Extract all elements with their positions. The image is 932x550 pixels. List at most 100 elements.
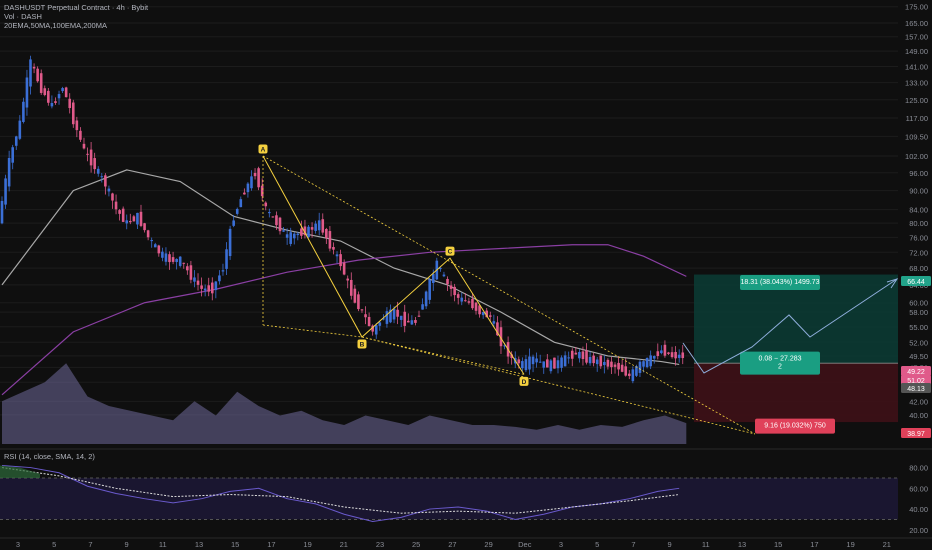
candle-body (417, 315, 421, 317)
candle-body (146, 230, 150, 238)
time-tick-label: 19 (303, 540, 311, 549)
candle-body (578, 351, 581, 359)
candle-body (374, 325, 378, 335)
candle-body (193, 277, 196, 282)
time-tick-label: 23 (376, 540, 384, 549)
price-tick-label: 102.00 (905, 152, 928, 161)
candle-body (22, 101, 25, 122)
candle-body (292, 233, 296, 239)
candle-body (624, 366, 628, 376)
candle-body (660, 350, 663, 354)
candle-body (346, 278, 350, 281)
candle-body (111, 193, 114, 201)
candle-body (310, 227, 314, 230)
price-tick-label: 133.00 (905, 79, 928, 88)
candle-body (29, 59, 32, 87)
candle-body (186, 266, 189, 271)
price-tick-label: 55.00 (909, 323, 928, 332)
candle-body (253, 172, 257, 177)
time-tick-label: 3 (559, 540, 563, 549)
candle-body (207, 285, 211, 292)
price-tick-label: 80.00 (909, 219, 928, 228)
candle-body (492, 321, 496, 324)
volume-label[interactable]: Vol · DASH (4, 12, 148, 21)
candle-body (18, 120, 22, 139)
time-tick-label: 27 (448, 540, 456, 549)
candle-body (524, 359, 528, 371)
candle-body (203, 288, 207, 291)
price-tick-label: 165.00 (905, 19, 928, 28)
time-axis[interactable]: 3 5 7 9 11 13 15 17 19 21 23 25 27 29 Dec 3 5 7 9 11 13 15 17 1… (0, 537, 932, 549)
chart-legend: DASHUSDT Perpetual Contract · 4h · Bybit… (4, 3, 148, 30)
candle-body (71, 102, 75, 125)
candle-body (235, 208, 239, 214)
price-tick-label: 58.00 (909, 308, 928, 317)
trading-chart[interactable]: 18.31 (38.043%) 1499.73 0.08 − 27.2832 9.1… (0, 0, 932, 550)
abcd-path (262, 155, 525, 375)
candle-body (89, 149, 93, 166)
candle-body (542, 361, 546, 368)
candle-body (125, 220, 129, 224)
time-tick-label: 25 (412, 540, 420, 549)
candle-body (82, 143, 86, 149)
time-tick-label: Dec (518, 540, 532, 549)
candle-body (442, 274, 446, 277)
candle-body (357, 294, 360, 310)
price-axis[interactable]: 175.00 165.00 157.00 149.00 141.00 133.00 125.… (905, 3, 928, 420)
candle-body (424, 291, 428, 307)
candle-body (257, 168, 260, 188)
price-tick-label: 42.00 (909, 397, 928, 406)
candle-body (517, 359, 521, 364)
candle-body (54, 101, 57, 103)
volume-area (2, 363, 687, 444)
price-tick-label: 149.00 (905, 47, 928, 56)
candle-body (228, 228, 232, 257)
price-tick-label: 117.00 (906, 114, 928, 123)
candle-body (307, 226, 310, 238)
candle-body (47, 90, 50, 103)
candle-body (129, 220, 132, 223)
candle-body (300, 228, 303, 236)
candle-body (275, 215, 278, 226)
candle-body (43, 88, 47, 96)
candle-body (221, 270, 225, 272)
candle-body (61, 88, 64, 92)
price-tick-label: 49.50 (909, 352, 928, 361)
candle-body (385, 311, 389, 324)
time-tick-label: 19 (846, 540, 854, 549)
candle-body (560, 357, 563, 368)
candle-body (538, 361, 542, 363)
abcd-pattern[interactable]: A B C D (258, 144, 756, 435)
candle-body (175, 258, 178, 263)
price-tick-label: 175.00 (905, 3, 928, 12)
time-tick-label: 5 (595, 540, 599, 549)
target-badge: 18.31 (38.043%) 1499.73 (740, 279, 819, 286)
rsi-label[interactable]: RSI (14, close, SMA, 14, 2) (4, 452, 95, 461)
ma-label[interactable]: 20EMA,50MA,100EMA,200MA (4, 21, 148, 30)
candle-body (7, 157, 11, 187)
candle-body (0, 200, 4, 224)
entry-badge: 0.08 − 27.283 (758, 356, 801, 363)
candle-body (567, 357, 570, 359)
price-tick-label: 125.00 (905, 96, 928, 105)
candle-body (460, 297, 464, 302)
candle-body (268, 212, 271, 214)
candle-body (353, 288, 357, 303)
candle-body (574, 352, 578, 355)
symbol-title[interactable]: DASHUSDT Perpetual Contract · 4h · Bybit (4, 3, 148, 12)
candle-body (649, 355, 652, 367)
candle-body (93, 158, 96, 170)
candle-body (342, 262, 346, 275)
candle-body (399, 315, 403, 320)
candle-body (171, 257, 175, 262)
candle-body (4, 178, 7, 205)
candle-body (620, 364, 624, 372)
time-tick-label: 7 (631, 540, 635, 549)
price-tick-label: 84.00 (909, 206, 928, 215)
time-tick-label: 15 (231, 540, 239, 549)
candle-body (667, 352, 670, 354)
candle-body (328, 231, 332, 249)
rsi-tick-label: 40.00 (909, 505, 928, 514)
candle-body (471, 298, 474, 309)
candle-body (214, 281, 218, 291)
